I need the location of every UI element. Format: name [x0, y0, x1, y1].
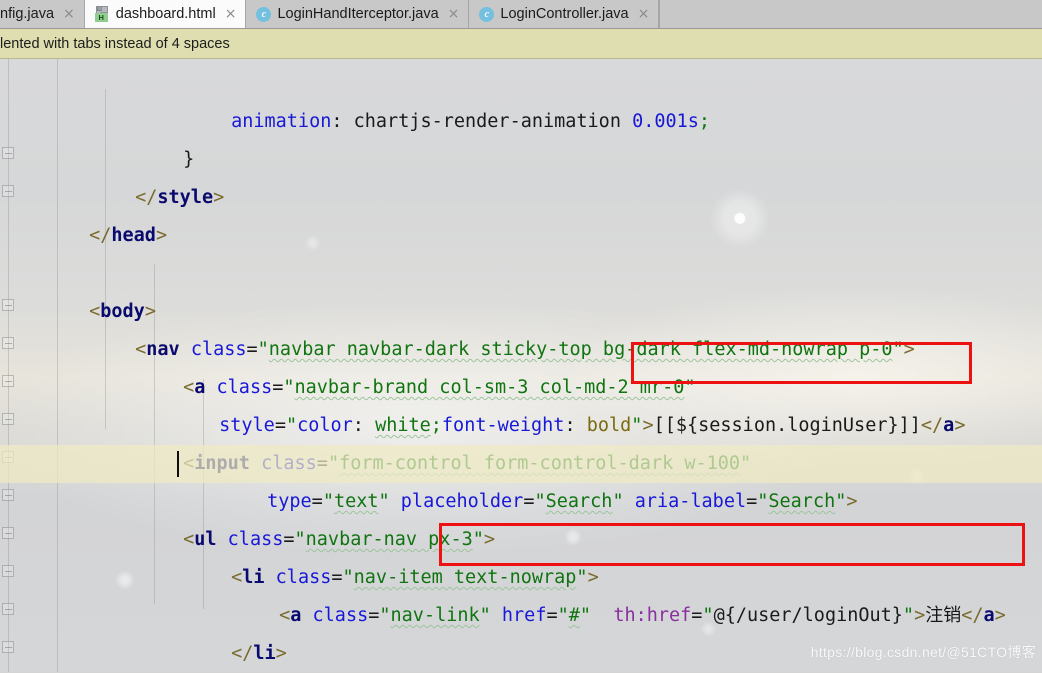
tab-login-controller-java[interactable]: c LoginController.java ×	[469, 0, 660, 28]
tab-label: nfig.java	[0, 5, 55, 22]
tab-dashboard-html[interactable]: H dashboard.html ×	[84, 0, 247, 28]
java-class-icon: c	[256, 6, 272, 22]
close-icon[interactable]: ×	[638, 7, 650, 21]
indentation-warning-bar[interactable]: lented with tabs instead of 4 spaces	[0, 29, 1042, 59]
text-caret	[177, 451, 179, 477]
watermark-suffix: 博客	[1007, 644, 1036, 660]
html-file-icon: H	[94, 6, 110, 22]
tab-bar-empty-space	[659, 0, 1042, 28]
indentation-warning-text: lented with tabs instead of 4 spaces	[0, 35, 230, 52]
close-icon[interactable]: ×	[225, 7, 237, 21]
tab-label: LoginController.java	[500, 5, 629, 22]
watermark-url: https://blog.csdn.net/@51CTO	[810, 644, 1008, 660]
tab-config-java[interactable]: nfig.java ×	[0, 0, 85, 28]
close-icon[interactable]: ×	[63, 7, 75, 21]
watermark: https://blog.csdn.net/@51CTO博客	[811, 642, 1036, 662]
current-line[interactable]: type="text" placeholder="Search" aria-la…	[0, 445, 1042, 512]
editor-tab-bar: nfig.java × H dashboard.html × c LoginHa…	[0, 0, 1042, 29]
java-class-icon: c	[479, 6, 495, 22]
close-icon[interactable]: ×	[448, 7, 460, 21]
code-content[interactable]: animation: chartjs-render-animation 0.00…	[0, 59, 1042, 672]
tab-label: dashboard.html	[115, 5, 216, 22]
tab-label: LoginHandIterceptor.java	[277, 5, 439, 22]
code-editor-area[interactable]: animation: chartjs-render-animation 0.00…	[0, 59, 1042, 672]
ide-editor-window: nfig.java × H dashboard.html × c LoginHa…	[0, 0, 1042, 673]
tab-login-hand-iterceptor-java[interactable]: c LoginHandIterceptor.java ×	[246, 0, 470, 28]
